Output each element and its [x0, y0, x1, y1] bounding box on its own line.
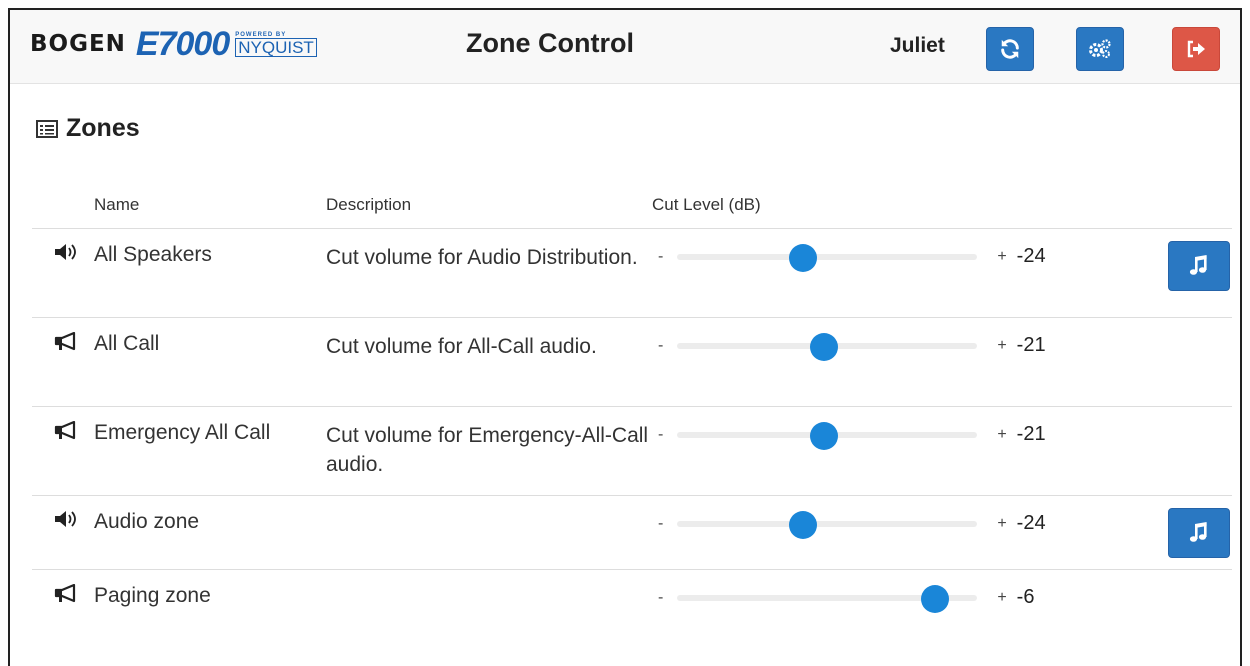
slider-minus-label: -: [658, 425, 664, 443]
slider-minus-label: -: [658, 247, 664, 265]
slider-plus-label: +: [997, 425, 1007, 443]
logo-bogen: BOGEN: [30, 31, 126, 57]
slider-thumb[interactable]: [921, 584, 950, 613]
refresh-button[interactable]: [986, 27, 1034, 71]
section-title: Zones: [36, 114, 140, 143]
slider-minus-label: -: [658, 336, 664, 354]
megaphone-icon: [54, 420, 80, 446]
slider-plus-label: +: [997, 247, 1007, 265]
speaker-icon: [54, 243, 78, 266]
header-cut-level: Cut Level (dB): [652, 182, 1072, 229]
header-actions: [1072, 182, 1232, 229]
zone-type-cell: [32, 569, 94, 629]
navbar: BOGEN E7000 POWERED BY NYQUIST Zone Cont…: [10, 10, 1240, 84]
table-row: All Speakers Cut volume for Audio Distrib…: [32, 228, 1232, 318]
app-frame: BOGEN E7000 POWERED BY NYQUIST Zone Cont…: [8, 8, 1242, 666]
megaphone-icon: [54, 331, 80, 357]
zone-description: [326, 569, 652, 629]
slider-thumb[interactable]: [810, 421, 839, 450]
cut-level-cell: - + -6: [652, 569, 1072, 629]
cut-level-slider[interactable]: [677, 243, 978, 272]
zone-name: All Speakers: [94, 228, 326, 318]
slider-plus-label: +: [997, 588, 1007, 606]
slider-thumb[interactable]: [789, 243, 818, 272]
audio-source-button[interactable]: [1168, 240, 1230, 291]
cut-level-value: -24: [1016, 245, 1046, 267]
audio-source-button[interactable]: [1168, 507, 1230, 558]
table-row: All Call Cut volume for All-Call audio. - +…: [32, 317, 1232, 407]
actions-cell: [1072, 406, 1232, 496]
slider-plus-label: +: [997, 336, 1007, 354]
slider-track: [677, 253, 978, 260]
actions-cell: [1072, 495, 1232, 570]
cut-level-slider[interactable]: [677, 421, 978, 450]
refresh-icon: [1001, 39, 1019, 59]
zone-type-cell: [32, 495, 94, 570]
page-title: Zone Control: [466, 28, 634, 58]
slider-minus-label: -: [658, 514, 664, 532]
table-row: Paging zone - + -6: [32, 569, 1232, 629]
logo[interactable]: BOGEN E7000 POWERED BY NYQUIST: [30, 24, 317, 64]
zone-name: Audio zone: [94, 495, 326, 570]
header-description: Description: [326, 182, 652, 229]
cut-level-slider[interactable]: [677, 584, 978, 613]
list-icon: [36, 119, 58, 138]
cut-level-slider[interactable]: [677, 332, 978, 361]
slider-thumb[interactable]: [810, 332, 839, 361]
logo-product: E7000: [135, 24, 230, 63]
actions-cell: [1072, 569, 1232, 629]
table-row: Audio zone - + -24: [32, 495, 1232, 570]
zone-description: Cut volume for Audio Distribution.: [326, 228, 652, 318]
zone-type-cell: [32, 228, 94, 318]
zone-name: Emergency All Call: [94, 406, 326, 496]
settings-button[interactable]: [1076, 27, 1124, 71]
speaker-icon: [54, 510, 78, 533]
cut-level-slider[interactable]: [677, 510, 978, 539]
section-title-label: Zones: [66, 114, 140, 142]
actions-cell: [1072, 228, 1232, 318]
zone-type-cell: [32, 406, 94, 496]
gears-icon: [1089, 39, 1111, 58]
cut-level-value: -21: [1016, 423, 1046, 445]
table-row: Emergency All Call Cut volume for Emergen…: [32, 406, 1232, 496]
cut-level-value: -21: [1016, 334, 1046, 356]
cut-level-cell: - + -24: [652, 228, 1072, 318]
cut-level-value: -24: [1016, 512, 1046, 534]
cut-level-value: -6: [1016, 586, 1035, 608]
table-header: Name Description Cut Level (dB): [32, 182, 1232, 229]
music-icon: [1189, 254, 1207, 275]
header-name: Name: [94, 182, 326, 229]
zone-description: [326, 495, 652, 570]
music-icon: [1189, 521, 1207, 542]
slider-thumb[interactable]: [789, 510, 818, 539]
username: Juliet: [890, 34, 945, 57]
logo-nyquist: POWERED BY NYQUIST: [235, 32, 317, 57]
cut-level-cell: - + -24: [652, 495, 1072, 570]
logout-button[interactable]: [1172, 27, 1220, 71]
slider-track: [677, 520, 978, 527]
zone-description: Cut volume for All-Call audio.: [326, 317, 652, 407]
zones-table-body: All Speakers Cut volume for Audio Distrib…: [32, 228, 1232, 629]
megaphone-icon: [54, 583, 80, 609]
zone-description: Cut volume for Emergency-All-Call audio.: [326, 406, 652, 496]
actions-cell: [1072, 317, 1232, 407]
sign-out-icon: [1187, 40, 1205, 58]
zone-type-cell: [32, 317, 94, 407]
zone-name: Paging zone: [94, 583, 211, 607]
header-icon: [32, 182, 94, 229]
cut-level-cell: - + -21: [652, 406, 1072, 496]
cut-level-cell: - + -21: [652, 317, 1072, 407]
zone-name: All Call: [94, 317, 326, 407]
slider-plus-label: +: [997, 514, 1007, 532]
zones-table: Name Description Cut Level (dB) All Spea…: [32, 182, 1232, 629]
slider-minus-label: -: [658, 588, 664, 606]
